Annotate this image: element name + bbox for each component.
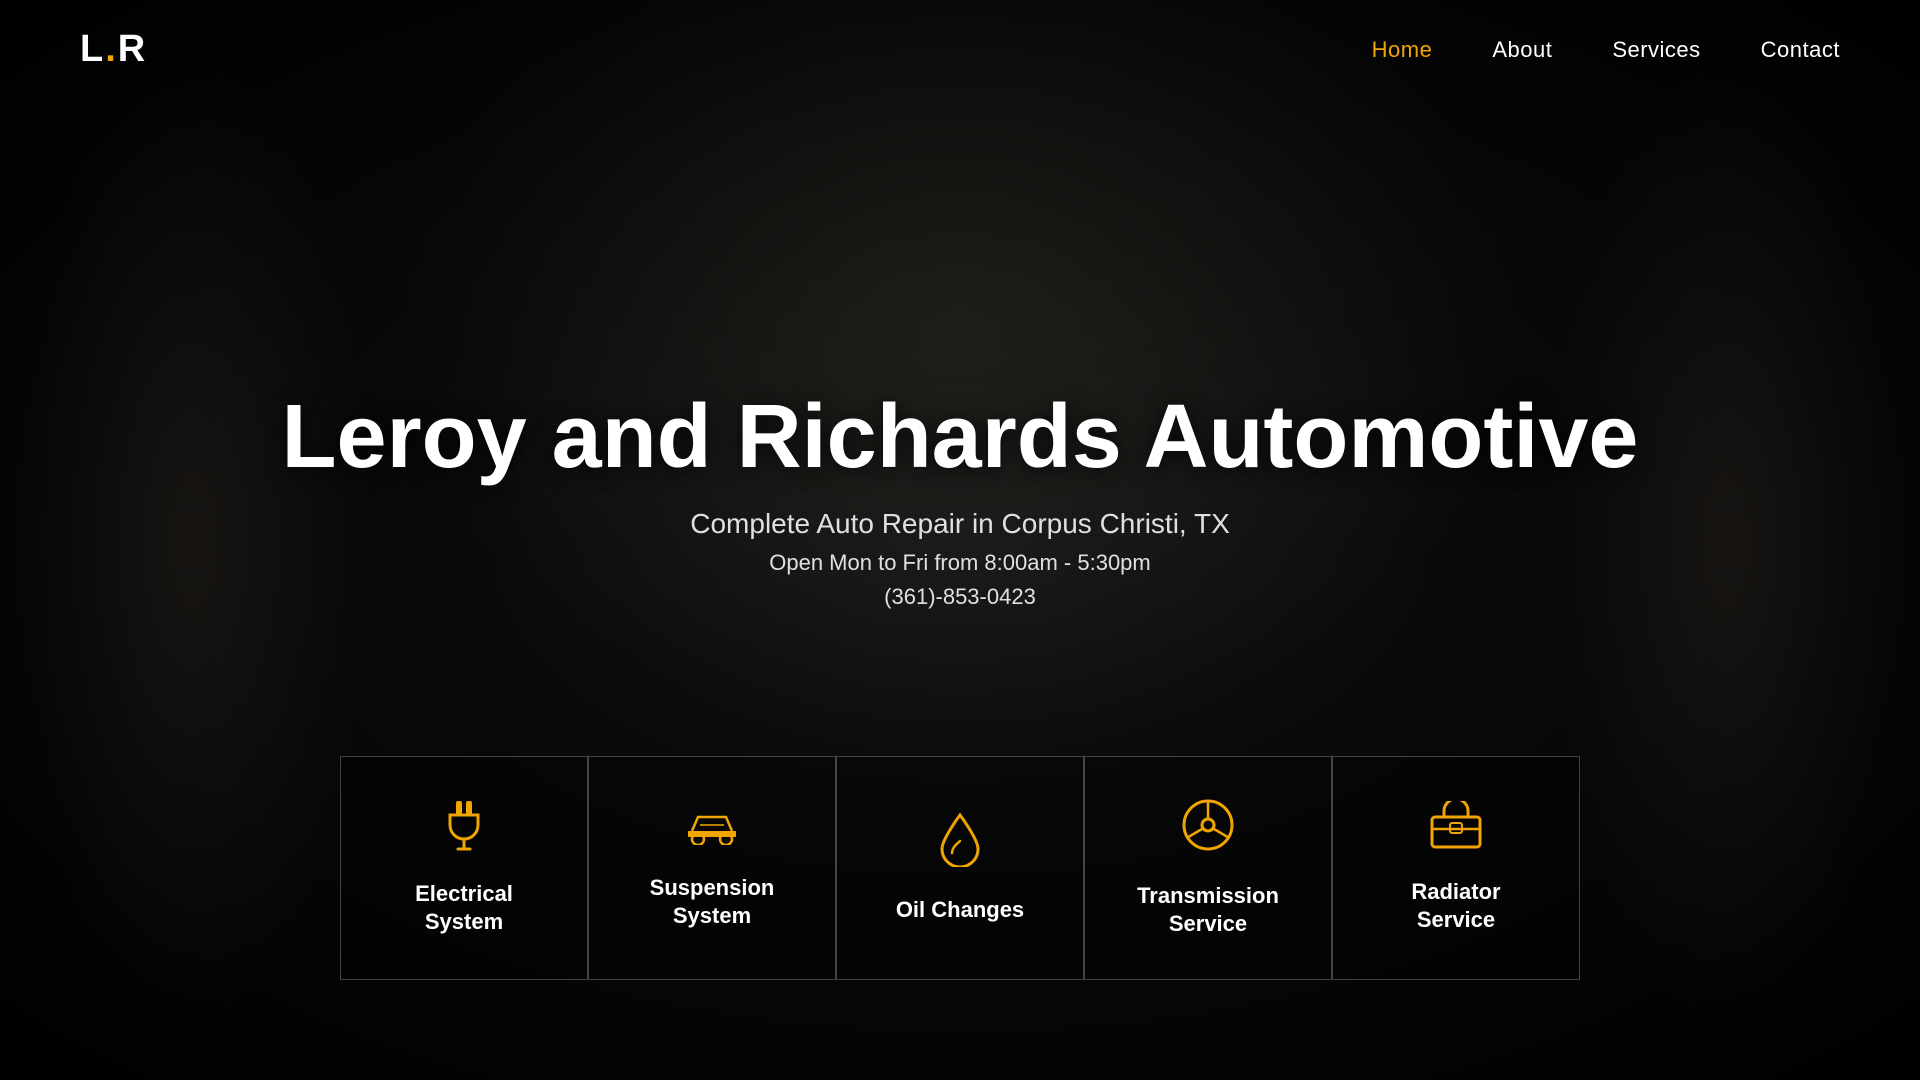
oil-icon (938, 811, 982, 876)
nav-link-contact[interactable]: Contact (1761, 37, 1840, 62)
logo[interactable]: L.R (80, 28, 147, 71)
nav-item-home[interactable]: Home (1372, 37, 1433, 63)
electrical-icon (438, 799, 490, 860)
hero-phone: (361)-853-0423 (282, 584, 1639, 610)
transmission-icon (1180, 797, 1236, 862)
service-card-suspension[interactable]: SuspensionSystem (588, 756, 836, 980)
suspension-icon (684, 805, 740, 854)
service-label-transmission: TransmissionService (1137, 882, 1279, 939)
service-card-oil[interactable]: Oil Changes (836, 756, 1084, 980)
service-label-radiator: RadiatorService (1411, 878, 1500, 935)
logo-dot: . (105, 28, 118, 70)
service-label-electrical: ElectricalSystem (415, 880, 513, 937)
nav-links: Home About Services Contact (1372, 37, 1840, 63)
nav-link-about[interactable]: About (1492, 37, 1552, 62)
service-card-radiator[interactable]: RadiatorService (1332, 756, 1580, 980)
services-bar: ElectricalSystem SuspensionSystem (340, 756, 1580, 980)
navigation: L.R Home About Services Contact (0, 0, 1920, 99)
service-label-oil: Oil Changes (896, 896, 1024, 925)
nav-item-services[interactable]: Services (1612, 37, 1700, 63)
nav-link-services[interactable]: Services (1612, 37, 1700, 62)
service-card-transmission[interactable]: TransmissionService (1084, 756, 1332, 980)
logo-text-right: R (118, 28, 147, 70)
hero-hours: Open Mon to Fri from 8:00am - 5:30pm (282, 550, 1639, 576)
nav-item-contact[interactable]: Contact (1761, 37, 1840, 63)
nav-item-about[interactable]: About (1492, 37, 1552, 63)
nav-link-home[interactable]: Home (1372, 37, 1433, 62)
logo-text-left: L (80, 28, 105, 70)
hero-content: Leroy and Richards Automotive Complete A… (282, 390, 1639, 611)
service-card-electrical[interactable]: ElectricalSystem (340, 756, 588, 980)
hero-subtitle: Complete Auto Repair in Corpus Christi, … (282, 508, 1639, 540)
service-label-suspension: SuspensionSystem (650, 874, 775, 931)
radiator-icon (1428, 801, 1484, 858)
hero-title: Leroy and Richards Automotive (282, 390, 1639, 485)
hero-section: L.R Home About Services Contact Leroy an… (0, 0, 1920, 1080)
